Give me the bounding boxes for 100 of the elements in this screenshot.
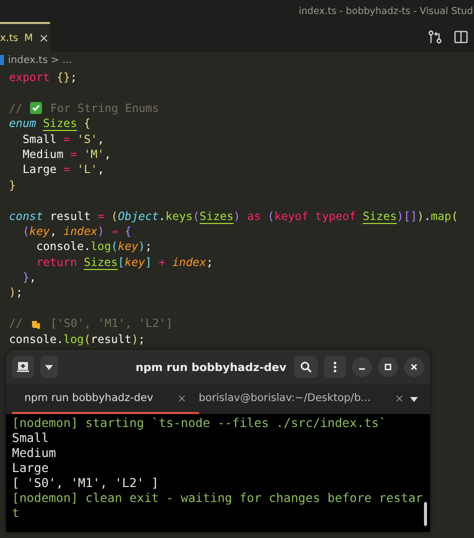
- code-token: key: [124, 254, 146, 270]
- code-token: //: [9, 100, 24, 116]
- code-token: ;: [138, 332, 146, 348]
- code-token: (: [111, 239, 118, 255]
- terminal-line: t: [12, 506, 20, 521]
- code-token: ;: [206, 254, 214, 270]
- code-token: export: [9, 70, 50, 86]
- minimize-button[interactable]: [352, 357, 372, 377]
- code-token: enum: [9, 116, 36, 132]
- code-token: 'L': [76, 162, 98, 178]
- code-token: Sizes: [42, 116, 77, 132]
- code-token: +: [158, 254, 166, 270]
- code-token: ]: [145, 254, 152, 270]
- code-token: as: [246, 208, 261, 224]
- terminal-line: [nodemon] starting `ts-node --files ./src/index.ts`: [12, 416, 388, 431]
- code-token: //: [9, 316, 24, 332]
- code-token: {: [82, 116, 91, 132]
- search-icon: [300, 361, 312, 373]
- code-token: log: [63, 332, 84, 348]
- terminal-line: Small: [12, 431, 50, 446]
- editor-tab[interactable]: x.ts M ×: [0, 22, 50, 52]
- code-token: For String Enums: [49, 100, 160, 116]
- code-token: Large: [22, 162, 58, 178]
- code-token: ,: [97, 132, 104, 147]
- code-token: (: [266, 208, 274, 224]
- code-token: log: [90, 239, 112, 255]
- code-token: console.: [9, 332, 64, 348]
- close-button[interactable]: [404, 357, 424, 377]
- code-token: Small: [22, 132, 58, 147]
- code-token: ): [138, 239, 146, 255]
- code-token: .: [424, 208, 431, 224]
- new-tab-button[interactable]: [12, 356, 34, 378]
- code-token: ): [234, 208, 240, 224]
- search-button[interactable]: [294, 356, 318, 378]
- terminal-line: Large: [12, 461, 50, 476]
- terminal-tab[interactable]: npm run bobbyhadz-dev ×: [12, 384, 199, 414]
- code-token: 'M': [82, 146, 104, 162]
- code-token: key: [118, 239, 138, 255]
- caret-icon[interactable]: [410, 396, 418, 402]
- code-token: ): [131, 332, 138, 348]
- code-token: .: [158, 208, 166, 224]
- code-token: ): [97, 224, 104, 240]
- terminal-line: Medium: [12, 446, 58, 461]
- code-token: (: [22, 224, 30, 240]
- source-control-icon[interactable]: [428, 30, 442, 44]
- maximize-button[interactable]: [378, 357, 398, 377]
- code-token: ,: [29, 270, 36, 286]
- scrollbar-icon: [424, 502, 427, 526]
- code-token: {: [124, 224, 132, 240]
- code-token: ;: [16, 285, 23, 301]
- code-token: [: [118, 254, 125, 270]
- code-token: (: [84, 332, 91, 348]
- code-token: 'S': [76, 132, 98, 147]
- code-token: ,: [97, 162, 104, 178]
- code-token: =: [63, 132, 70, 147]
- code-token: {}: [56, 70, 70, 86]
- terminal-tab[interactable]: borislav@borislav:~/Desktop/b... ×: [198, 384, 404, 414]
- code-token: keys: [165, 208, 193, 224]
- code-token: ;: [145, 239, 152, 255]
- code-token: (: [110, 208, 118, 224]
- typescript-file-icon: [0, 55, 4, 65]
- code-token: Sizes: [84, 254, 118, 270]
- code-token: return: [35, 254, 78, 270]
- code-token: =: [97, 208, 104, 224]
- code-token: =: [63, 162, 70, 178]
- code-token: index: [171, 254, 206, 270]
- code-token: ,: [50, 224, 58, 240]
- code-token: const: [9, 208, 44, 224]
- new-tab-icon: [17, 361, 29, 373]
- caret-icon: [45, 364, 53, 370]
- code-token: ): [417, 208, 424, 224]
- code-token: ,: [104, 146, 112, 162]
- code-token: ): [9, 285, 16, 301]
- terminal-line: [ 'S0', 'M1', 'L2' ]: [12, 476, 160, 491]
- code-token: Sizes: [200, 208, 234, 224]
- window-title: index.ts - bobbyhadz-ts - Visual Stud: [298, 6, 473, 16]
- code-token: map: [430, 208, 452, 224]
- code-token: ;: [70, 70, 78, 86]
- code-token: result: [90, 332, 132, 348]
- code-token: )[]: [396, 208, 418, 224]
- code-token: ⇒: [110, 224, 118, 240]
- code-token: console.: [35, 239, 91, 255]
- code-token: }: [22, 270, 30, 286]
- code-token: keyof typeof: [274, 208, 356, 224]
- menu-icon: [333, 361, 337, 373]
- check-mark-icon: [30, 102, 42, 114]
- close-icon: [410, 363, 418, 371]
- code-token: (: [192, 208, 200, 224]
- code-token: Object: [118, 208, 159, 224]
- breadcrumb: index.ts > ...: [8, 54, 72, 66]
- code-token: (: [451, 208, 458, 224]
- maximize-icon: [384, 363, 392, 371]
- code-token: Sizes: [362, 208, 397, 224]
- dropdown-button[interactable]: [40, 356, 58, 378]
- code-token: key: [29, 224, 50, 240]
- code-token: Medium: [22, 146, 64, 162]
- code-token: }: [9, 178, 16, 194]
- code-token: result: [48, 208, 92, 224]
- menu-button[interactable]: [324, 356, 346, 378]
- split-editor-icon[interactable]: [454, 30, 468, 44]
